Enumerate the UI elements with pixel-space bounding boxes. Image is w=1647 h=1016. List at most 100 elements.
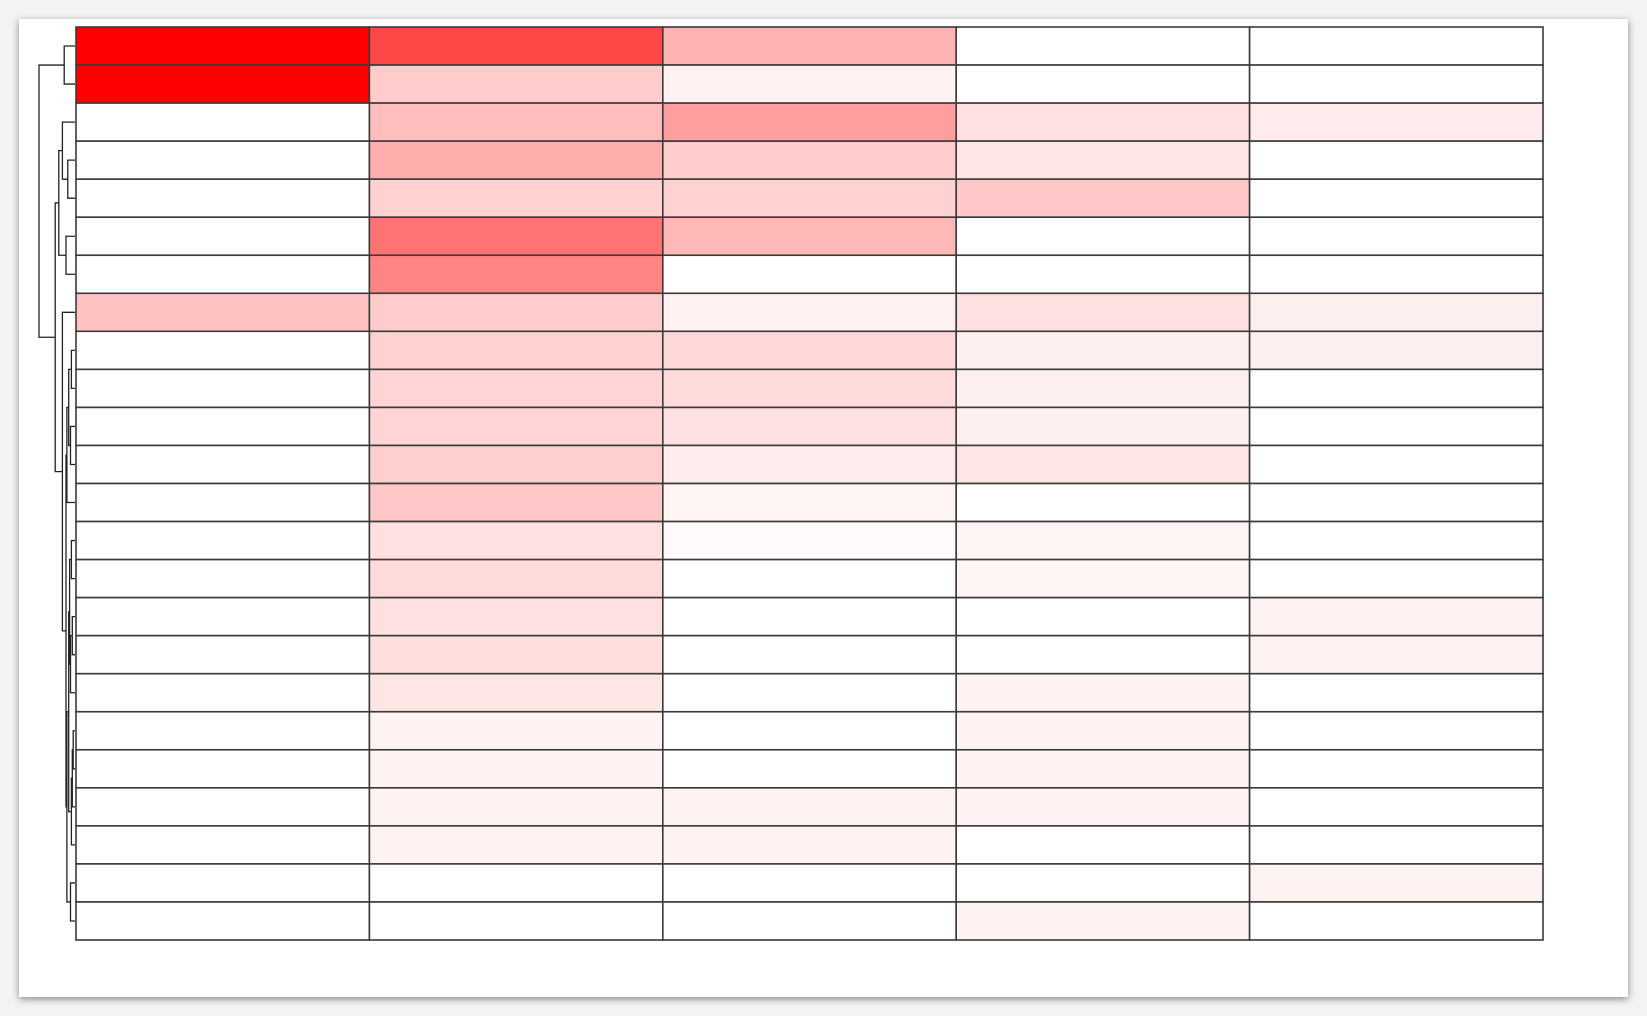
heatmap-cell-r19-c4	[955, 710, 1251, 751]
heatmap-cell-r3-c4	[955, 102, 1251, 142]
heatmap-cell-r17-c2	[368, 634, 664, 675]
heatmap-cell-r13-c4	[955, 482, 1251, 523]
heatmap-cell-r16-c4	[955, 596, 1251, 637]
dendrogram-branch-4	[61, 121, 75, 180]
heatmap-cell-r15-c4	[955, 558, 1251, 599]
heatmap-cell-r11-c3	[661, 406, 957, 447]
heatmap-cell-r4-c4	[955, 140, 1251, 180]
heatmap-cell-r5-c4	[955, 178, 1251, 219]
heatmap-cell-r20-c5	[1248, 748, 1544, 789]
heatmap-cell-r22-c2	[368, 825, 664, 865]
heatmap-cell-r19-c5	[1248, 710, 1544, 751]
dendrogram-branch-3	[67, 159, 75, 199]
heatmap-cell-r12-c4	[955, 444, 1251, 485]
heatmap-cell-r21-c5	[1248, 787, 1544, 827]
heatmap-cell-r24-c1	[75, 901, 371, 941]
heatmap-cell-r21-c3	[661, 787, 957, 827]
heatmap-cell-r3-c1	[75, 102, 371, 142]
heatmap-cell-r11-c2	[368, 406, 664, 447]
heatmap-cell-r22-c4	[955, 825, 1251, 865]
heatmap-cell-r15-c3	[661, 558, 957, 599]
heatmap-cell-r16-c5	[1248, 596, 1544, 637]
dendrogram-branch-8	[70, 777, 75, 846]
heatmap-cell-r23-c4	[955, 863, 1251, 903]
heatmap-cell-r4-c3	[661, 140, 957, 180]
heatmap-cell-r5-c3	[661, 178, 957, 219]
heatmap-cell-r9-c1	[75, 330, 371, 371]
heatmap-cell-r15-c5	[1248, 558, 1544, 599]
heatmap-cell-r20-c1	[75, 748, 371, 789]
heatmap-cell-r2-c4	[955, 64, 1251, 104]
heatmap-cell-r20-c4	[955, 748, 1251, 789]
heatmap-cell-r16-c2	[368, 596, 664, 637]
heatmap-cell-r18-c2	[368, 672, 664, 713]
heatmap-cell-r14-c1	[75, 520, 371, 561]
heatmap-cell-r23-c2	[368, 863, 664, 903]
heatmap-cell-r12-c3	[661, 444, 957, 485]
dendrogram-branch-9	[71, 615, 75, 656]
heatmap-cell-r19-c3	[661, 710, 957, 751]
heatmap-cell-r18-c1	[75, 672, 371, 713]
dendrogram-branch-6	[72, 730, 75, 770]
heatmap-svg	[38, 26, 1544, 941]
heatmap-cell-r11-c5	[1248, 406, 1544, 447]
heatmap-cell-r23-c1	[75, 863, 371, 903]
heatmap-cell-r22-c3	[661, 825, 957, 865]
heatmap-cell-r5-c1	[75, 178, 371, 219]
heatmap-cell-r3-c5	[1248, 102, 1544, 142]
heatmap-cell-r5-c5	[1248, 178, 1544, 219]
heatmap-cell-r4-c5	[1248, 140, 1544, 180]
heatmap-cell-r15-c1	[75, 558, 371, 599]
heatmap-cell-r13-c2	[368, 482, 664, 523]
heatmap-cell-r17-c3	[661, 634, 957, 675]
heatmap-cell-r11-c1	[75, 406, 371, 447]
heatmap-cell-r22-c1	[75, 825, 371, 865]
heatmap-cell-r1-c3	[661, 26, 957, 66]
heatmap-cell-r18-c4	[955, 672, 1251, 713]
heatmap-cell-r22-c5	[1248, 825, 1544, 865]
heatmap-cell-r24-c2	[368, 901, 664, 941]
heatmap-cell-r24-c3	[661, 901, 957, 941]
heatmap-cell-r9-c2	[368, 330, 664, 371]
heatmap-cell-r23-c5	[1248, 863, 1544, 903]
heatmap-cell-r23-c3	[661, 863, 957, 903]
heatmap-cell-r9-c3	[661, 330, 957, 371]
dendrogram-branch-21	[61, 311, 75, 632]
heatmap-cell-r6-c5	[1248, 216, 1544, 257]
heatmap-figure	[19, 19, 1628, 997]
dendrogram-branch-17	[69, 425, 75, 466]
heatmap-cell-r15-c2	[368, 558, 664, 599]
heatmap-cell-r10-c2	[368, 368, 664, 409]
heatmap-cell-r11-c4	[955, 406, 1251, 447]
heatmap-cell-r14-c4	[955, 520, 1251, 561]
heatmap-cell-r6-c3	[661, 216, 957, 257]
heatmap-cell-r21-c1	[75, 787, 371, 827]
dendrogram-branch-2	[65, 235, 75, 275]
heatmap-cell-r24-c5	[1248, 901, 1544, 941]
heatmap-cell-r13-c1	[75, 482, 371, 523]
heatmap-cell-r4-c2	[368, 140, 664, 180]
heatmap-cell-r8-c4	[955, 292, 1251, 333]
heatmap-cell-r16-c1	[75, 596, 371, 637]
heatmap-cell-r14-c5	[1248, 520, 1544, 561]
heatmap-cell-r2-c2	[368, 64, 664, 104]
heatmap-cell-r3-c2	[368, 102, 664, 142]
heatmap-cell-r7-c2	[368, 254, 664, 295]
heatmap-cell-r4-c1	[75, 140, 371, 180]
heatmap-cell-r10-c3	[661, 368, 957, 409]
heatmap-cell-r7-c1	[75, 254, 371, 295]
heatmap-cell-r1-c1	[75, 26, 371, 66]
heatmap-cell-r7-c5	[1248, 254, 1544, 295]
heatmap-cell-r6-c2	[368, 216, 664, 257]
heatmap-cell-r19-c1	[75, 710, 371, 751]
heatmap-cell-r6-c4	[955, 216, 1251, 257]
heatmap-cell-r7-c3	[661, 254, 957, 295]
heatmap-cell-r8-c2	[368, 292, 664, 333]
heatmap-cell-r8-c1	[75, 292, 371, 333]
heatmap-cell-r2-c1	[75, 64, 371, 104]
heatmap-cell-r19-c2	[368, 710, 664, 751]
heatmap-cell-r21-c4	[955, 787, 1251, 827]
heatmap-cell-r3-c3	[661, 102, 957, 142]
heatmap-cell-r10-c1	[75, 368, 371, 409]
heatmap-cell-r9-c4	[955, 330, 1251, 371]
